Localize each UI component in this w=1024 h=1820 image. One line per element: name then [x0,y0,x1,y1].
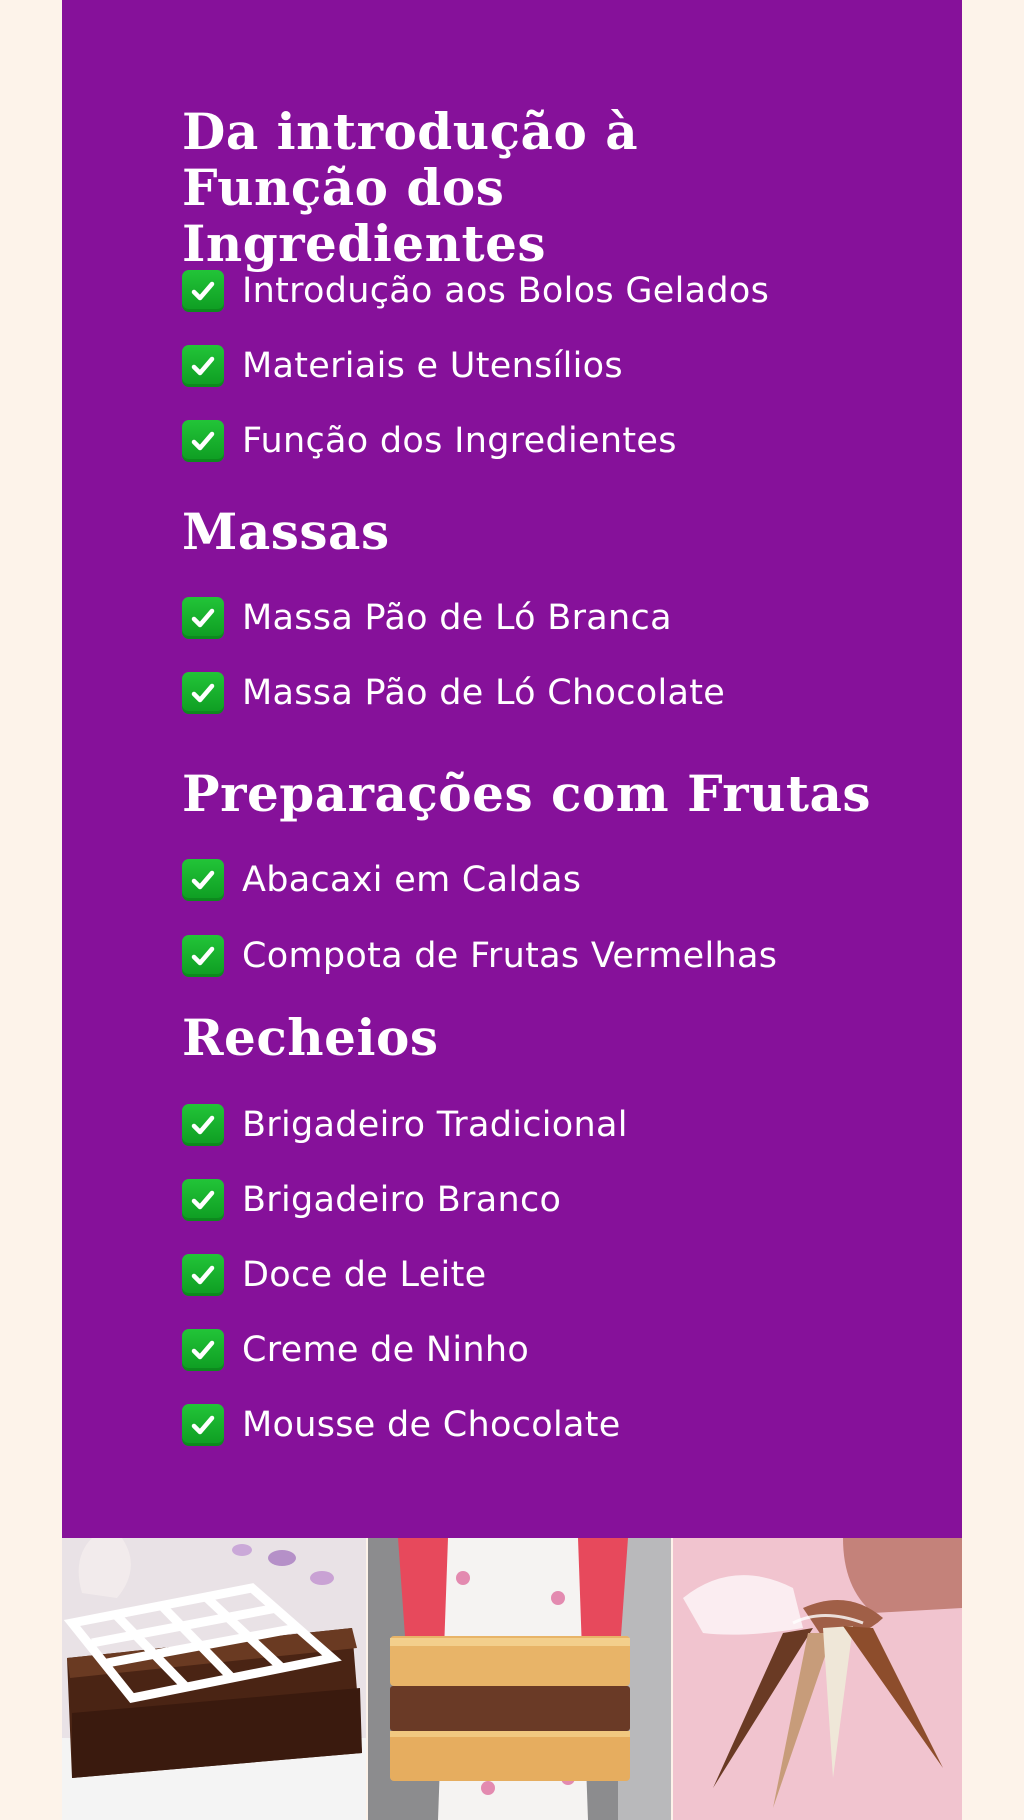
photo-strip [62,1538,963,1820]
list-item-label: Abacaxi em Caldas [242,860,582,900]
check-mark-icon [182,672,224,714]
list-item-label: Função dos Ingredientes [242,421,677,461]
photo-stacked-sponge-cakes [366,1538,671,1820]
check-mark-icon [182,420,224,462]
list-item-label: Massa Pão de Ló Chocolate [242,673,726,713]
list-item: Brigadeiro Tradicional [182,1102,628,1148]
section-title-massas: Massas [182,502,390,561]
check-mark-icon [182,859,224,901]
list-item-label: Mousse de Chocolate [242,1405,621,1445]
section-title-introducao: Da introdução à Função dos Ingredientes [182,102,639,273]
check-mark-icon [182,1404,224,1446]
list-item-label: Introdução aos Bolos Gelados [242,271,770,311]
list-item-label: Brigadeiro Tradicional [242,1105,628,1145]
photo-piping-bags [670,1538,963,1820]
list-item: Massa Pão de Ló Chocolate [182,670,725,716]
check-mark-icon [182,1254,224,1296]
list-item: Creme de Ninho [182,1327,529,1373]
list-item: Introdução aos Bolos Gelados [182,268,769,314]
list-item: Doce de Leite [182,1252,486,1298]
check-mark-icon [182,1104,224,1146]
list-item: Mousse de Chocolate [182,1402,621,1448]
check-mark-icon [182,597,224,639]
list-item: Função dos Ingredientes [182,418,677,464]
photo-chocolate-cake-cutter [62,1538,367,1820]
list-item-label: Compota de Frutas Vermelhas [242,936,778,976]
list-item: Abacaxi em Caldas [182,857,581,903]
check-mark-icon [182,270,224,312]
section-title-recheios: Recheios [182,1008,439,1067]
list-item-label: Materiais e Utensílios [242,346,623,386]
check-mark-icon [182,1179,224,1221]
list-item-label: Massa Pão de Ló Branca [242,598,672,638]
section-title-frutas: Preparações com Frutas [182,764,872,823]
check-mark-icon [182,1329,224,1371]
list-item: Brigadeiro Branco [182,1177,561,1223]
list-item-label: Brigadeiro Branco [242,1180,562,1220]
check-mark-icon [182,935,224,977]
check-mark-icon [182,345,224,387]
list-item: Materiais e Utensílios [182,343,623,389]
list-item-label: Creme de Ninho [242,1330,530,1370]
list-item: Massa Pão de Ló Branca [182,595,672,641]
list-item: Compota de Frutas Vermelhas [182,933,777,979]
course-content-panel: Da introdução à Função dos Ingredientes … [62,0,962,1538]
list-item-label: Doce de Leite [242,1255,487,1295]
